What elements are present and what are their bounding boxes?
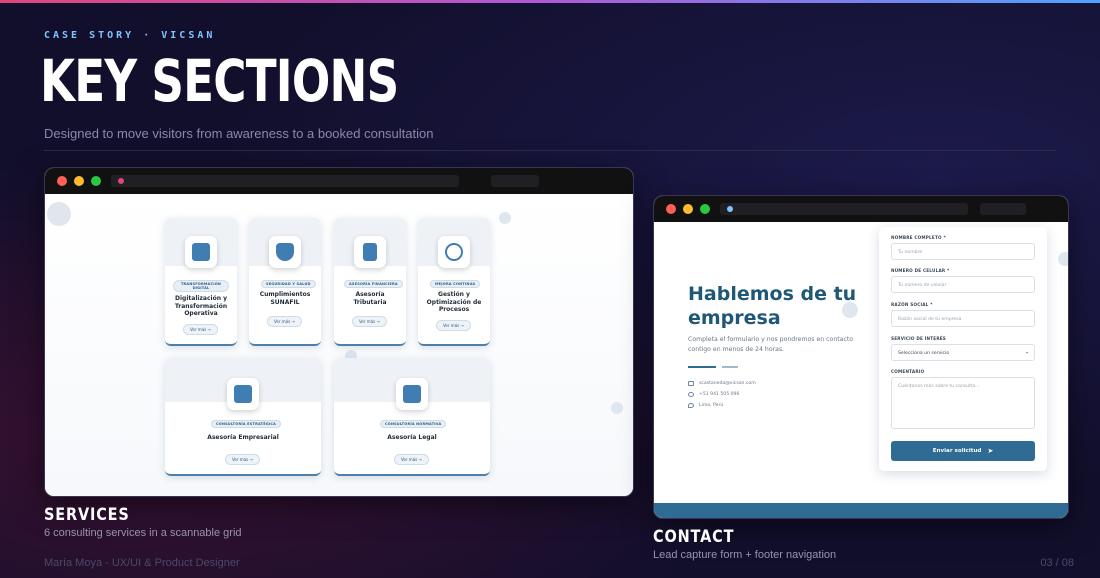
browser-chrome — [45, 168, 633, 194]
decor-circle — [499, 212, 511, 224]
close-dot-icon — [57, 176, 67, 186]
service-card[interactable]: ASESORÍA FINANCIERA Asesoría Tributaria … — [334, 218, 406, 346]
browser-chrome — [654, 196, 1068, 222]
process-icon — [438, 236, 470, 268]
chevron-down-icon: ▾ — [1025, 350, 1028, 355]
services-caption-title: SERVICES — [44, 505, 130, 525]
legal-icon — [396, 378, 428, 410]
page-subtitle: Designed to move visitors from awareness… — [44, 126, 434, 141]
contact-lead: Completa el formulario y nos pondremos e… — [688, 336, 854, 353]
maximize-dot-icon — [700, 204, 710, 214]
service-card[interactable]: MEJORA CONTINUA Gestión y Optimización d… — [418, 218, 490, 346]
service-badge: MEJORA CONTINUA — [430, 280, 481, 288]
service-card[interactable]: CONSULTORÍA ESTRATÉGICA Asesoría Empresa… — [165, 358, 321, 476]
service-card[interactable]: CONSULTORÍA NORMATIVA Asesoría Legal Ver… — [334, 358, 490, 476]
service-badge: CONSULTORÍA ESTRATÉGICA — [211, 420, 282, 428]
services-window: TRANSFORMACIÓN DIGITAL Digitalización y … — [44, 167, 634, 497]
phone-field[interactable]: Tu número de celular — [891, 276, 1035, 293]
service-label: SERVICIO DE INTERÉS — [891, 336, 947, 341]
send-icon: ➤ — [987, 447, 994, 455]
minimize-dot-icon — [683, 204, 693, 214]
see-more-button[interactable]: Ver más → — [267, 316, 302, 327]
phone-icon — [688, 392, 694, 397]
contact-email[interactable]: scastaneda@vicsan.com — [688, 381, 756, 386]
see-more-button[interactable]: Ver más → — [225, 454, 260, 465]
services-caption-desc: 6 consulting services in a scannable gri… — [44, 527, 242, 539]
author-credit: María Moya - UX/UI & Product Designer — [44, 557, 240, 569]
divider — [44, 150, 1056, 151]
service-title: Asesoría Legal — [387, 434, 437, 441]
company-label: RAZÓN SOCIAL * — [891, 302, 933, 307]
maximize-dot-icon — [91, 176, 101, 186]
close-dot-icon — [666, 204, 676, 214]
digital-transform-icon — [185, 236, 217, 268]
contact-caption-desc: Lead capture form + footer navigation — [653, 549, 837, 561]
tab-dot-icon — [118, 178, 124, 184]
decor-circle — [47, 202, 71, 226]
page-number: 03 / 08 — [1040, 557, 1074, 569]
see-more-button[interactable]: Ver más → — [183, 324, 218, 335]
accent-line — [722, 366, 738, 368]
name-field[interactable]: Tu nombre — [891, 243, 1035, 260]
service-title: Asesoría Tributaria — [353, 291, 387, 306]
top-accent-bar — [0, 0, 1100, 3]
service-badge: CONSULTORÍA NORMATIVA — [380, 420, 447, 428]
company-field[interactable]: Razón social de tu empresa — [891, 310, 1035, 327]
shield-icon — [269, 236, 301, 268]
service-title: Cumplimientos SUNAFIL — [259, 291, 311, 306]
address-bar — [111, 175, 459, 187]
service-card[interactable]: SEGURIDAD Y SALUD Cumplimientos SUNAFIL … — [249, 218, 321, 346]
page-title: KEY SECTIONS — [40, 47, 399, 115]
service-badge: TRANSFORMACIÓN DIGITAL — [173, 280, 229, 292]
phone-label: NÚMERO DE CELULAR * — [891, 268, 950, 273]
name-label: NOMBRE COMPLETO * — [891, 235, 946, 240]
contact-form: NOMBRE COMPLETO * Tu nombre NÚMERO DE CE… — [879, 227, 1047, 471]
service-select[interactable]: Selecciona un servicio ▾ — [891, 344, 1035, 361]
contact-location: Lima, Perú — [688, 403, 723, 408]
see-more-button[interactable]: Ver más → — [394, 454, 429, 465]
see-more-button[interactable]: Ver más → — [352, 316, 387, 327]
calculator-icon — [354, 236, 386, 268]
address-bar-button — [980, 203, 1026, 215]
contact-heading: Hablemos de tu empresa — [688, 283, 857, 329]
see-more-button[interactable]: Ver más → — [436, 320, 471, 331]
accent-line — [688, 366, 716, 368]
tab-dot-icon — [727, 206, 733, 212]
service-card[interactable]: TRANSFORMACIÓN DIGITAL Digitalización y … — [165, 218, 237, 346]
contact-window: Hablemos de tu empresa Completa el formu… — [653, 195, 1069, 519]
contact-caption-title: CONTACT — [653, 527, 735, 547]
decor-circle — [1058, 252, 1068, 266]
services-page: TRANSFORMACIÓN DIGITAL Digitalización y … — [45, 194, 633, 496]
site-footer — [654, 503, 1068, 518]
service-title: Digitalización y Transformación Operativ… — [174, 295, 228, 317]
service-badge: ASESORÍA FINANCIERA — [344, 280, 403, 288]
eyebrow: CASE STORY · VICSAN — [44, 30, 216, 41]
service-badge: SEGURIDAD Y SALUD — [261, 280, 316, 288]
contact-phone[interactable]: +51 941 505 096 — [688, 392, 739, 397]
decor-circle — [611, 402, 623, 414]
submit-button[interactable]: Enviar solicitud ➤ — [891, 441, 1035, 461]
mail-icon — [688, 381, 694, 386]
service-title: Asesoría Empresarial — [207, 434, 279, 441]
bar-chart-icon — [227, 378, 259, 410]
address-bar — [720, 203, 968, 215]
minimize-dot-icon — [74, 176, 84, 186]
contact-page: Hablemos de tu empresa Completa el formu… — [654, 222, 1068, 518]
address-bar-button — [491, 175, 539, 187]
comment-label: COMENTARIO — [891, 369, 925, 374]
service-title: Gestión y Optimización de Procesos — [426, 291, 482, 313]
location-pin-icon — [688, 403, 694, 408]
comment-field[interactable]: Cuéntanos más sobre tu consulta... — [891, 377, 1035, 429]
